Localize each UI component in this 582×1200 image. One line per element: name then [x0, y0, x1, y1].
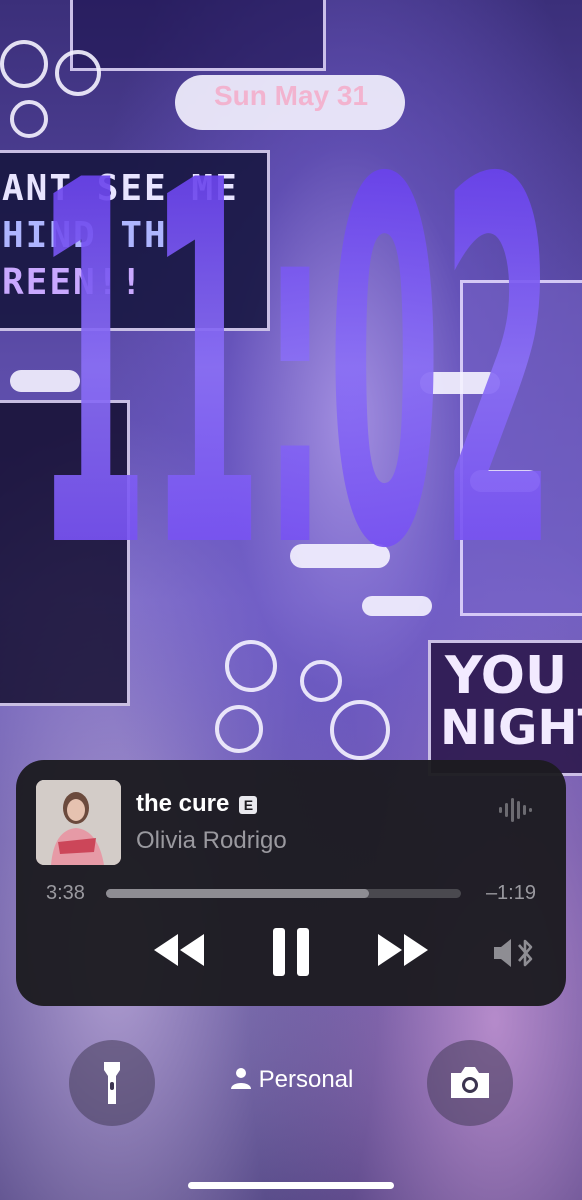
wallpaper-ring — [215, 705, 263, 753]
pause-icon[interactable] — [271, 928, 311, 976]
person-icon — [230, 1068, 251, 1089]
album-art[interactable] — [36, 780, 121, 865]
explicit-badge: E — [239, 795, 258, 814]
wallpaper-you-text-1: YOU — [445, 646, 568, 706]
track-artist: Olivia Rodrigo — [136, 827, 287, 854]
rewind-icon[interactable] — [152, 932, 206, 968]
wallpaper-ring — [330, 700, 390, 760]
wallpaper-you-text-2: NIGHT — [440, 700, 582, 756]
wallpaper-ring — [225, 640, 277, 692]
now-playing-widget[interactable]: the cure E Olivia Rodrigo 3:38 –1:19 — [16, 760, 566, 1006]
track-title-text: the cure — [136, 790, 230, 817]
wallpaper-top-panel — [70, 0, 326, 71]
progress-scrubber[interactable] — [106, 889, 461, 898]
track-title: the cure E — [136, 790, 258, 818]
remaining-time: –1:19 — [485, 882, 536, 904]
camera-button[interactable] — [427, 1040, 513, 1126]
home-indicator[interactable] — [188, 1182, 394, 1189]
lockscreen-clock: 11:02 — [35, 95, 555, 565]
album-art-image — [36, 780, 121, 865]
progress-fill — [106, 889, 369, 898]
fast-forward-icon[interactable] — [376, 932, 430, 968]
elapsed-time: 3:38 — [46, 882, 85, 904]
wallpaper-ring — [300, 660, 342, 702]
wallpaper-cloud — [362, 596, 432, 616]
clock-time-text: 11:02 — [35, 95, 555, 565]
focus-mode-text: Personal — [258, 1066, 354, 1093]
camera-icon — [451, 1067, 489, 1098]
speaker-bluetooth-icon[interactable] — [492, 936, 536, 970]
audio-waveform-icon — [499, 798, 532, 822]
